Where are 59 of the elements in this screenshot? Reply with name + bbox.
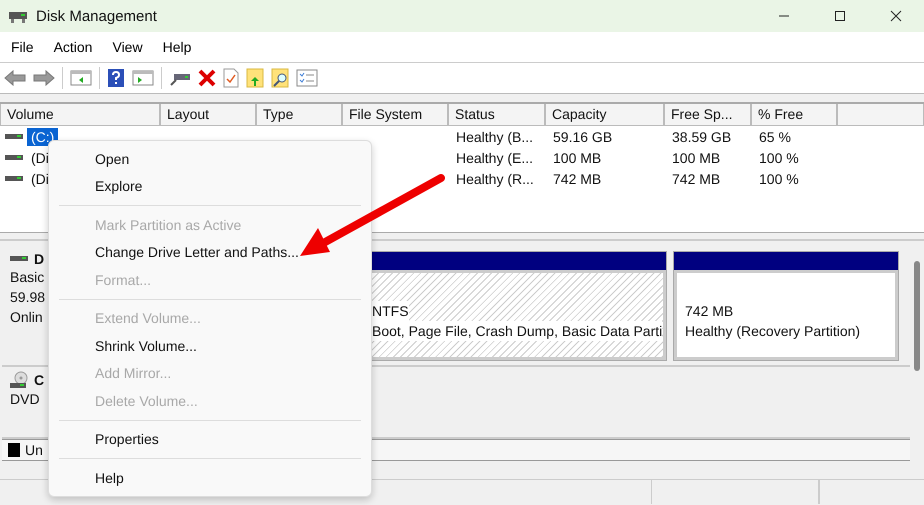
table-cell: 742 MB — [672, 170, 720, 186]
menu-item[interactable]: View — [105, 37, 150, 57]
context-menu-item[interactable]: Help — [49, 464, 371, 492]
drive-icon — [5, 154, 23, 162]
disk-info: Onlin — [10, 308, 43, 327]
scrollbar-thumb[interactable] — [914, 261, 920, 371]
table-cell: 100 % — [759, 170, 799, 186]
disk-info: Basic — [10, 268, 44, 287]
checklist-icon[interactable] — [296, 69, 318, 87]
disk-name: C — [34, 372, 44, 388]
column-header[interactable]: File System — [342, 104, 448, 126]
forward-icon[interactable] — [33, 69, 55, 87]
disk-info: DVD — [10, 390, 40, 409]
legend-label: Un — [25, 442, 43, 458]
table-cell: Healthy (B... — [456, 128, 534, 144]
context-menu-item[interactable]: Open — [49, 145, 371, 172]
panel-icon[interactable] — [70, 69, 92, 87]
window-title: Disk Management — [36, 8, 157, 24]
context-menu-item[interactable]: Explore — [49, 172, 371, 200]
disc-drive-icon — [10, 371, 28, 389]
back-icon[interactable] — [4, 69, 26, 87]
partition-info: NTFS — [372, 301, 409, 321]
context-menu-item[interactable]: Properties — [49, 426, 371, 453]
delete-icon[interactable] — [198, 69, 216, 87]
table-cell: Healthy (E... — [456, 150, 534, 166]
partition[interactable]: 742 MB Healthy (Recovery Partition) — [673, 251, 899, 361]
menu-item[interactable]: File — [4, 37, 41, 57]
table-cell: 65 % — [759, 128, 791, 144]
maximize-icon — [834, 10, 846, 22]
menu-item[interactable]: Action — [46, 37, 100, 57]
column-header[interactable]: Type — [256, 104, 342, 126]
table-cell: 100 MB — [672, 150, 720, 166]
table-cell: 100 % — [759, 150, 799, 166]
table-cell: 38.59 GB — [672, 128, 732, 144]
disk-info: 59.98 — [10, 288, 46, 307]
context-menu-item[interactable]: Shrink Volume... — [49, 332, 371, 360]
table-cell: 100 MB — [553, 150, 602, 166]
close-icon — [890, 10, 902, 22]
partition-info: Boot, Page File, Crash Dump, Basic Data Parti — [372, 321, 662, 341]
table-cell: 742 MB — [553, 170, 602, 186]
drive-icon — [10, 255, 28, 263]
folder-up-icon[interactable] — [246, 68, 264, 88]
table-cell: Healthy (R... — [456, 170, 534, 186]
column-header[interactable]: Status — [448, 104, 545, 126]
menu-item[interactable]: Help — [156, 37, 198, 57]
column-header[interactable]: Capacity — [545, 104, 664, 126]
column-header[interactable]: % Free — [751, 104, 837, 126]
drive-icon — [5, 174, 23, 182]
checked-document-icon[interactable] — [223, 68, 239, 88]
column-header[interactable]: Layout — [160, 104, 256, 126]
table-cell: 59.16 GB — [553, 128, 612, 144]
column-header[interactable]: Volume — [0, 104, 160, 126]
column-header[interactable]: Free Sp... — [664, 104, 751, 126]
context-menu-item[interactable]: Change Drive Letter and Paths... — [49, 238, 371, 266]
panel-icon[interactable] — [132, 69, 154, 87]
disk-name: D — [34, 251, 44, 267]
help-icon[interactable] — [107, 68, 125, 88]
drive-icon — [5, 132, 23, 140]
folder-search-icon[interactable] — [271, 68, 289, 88]
